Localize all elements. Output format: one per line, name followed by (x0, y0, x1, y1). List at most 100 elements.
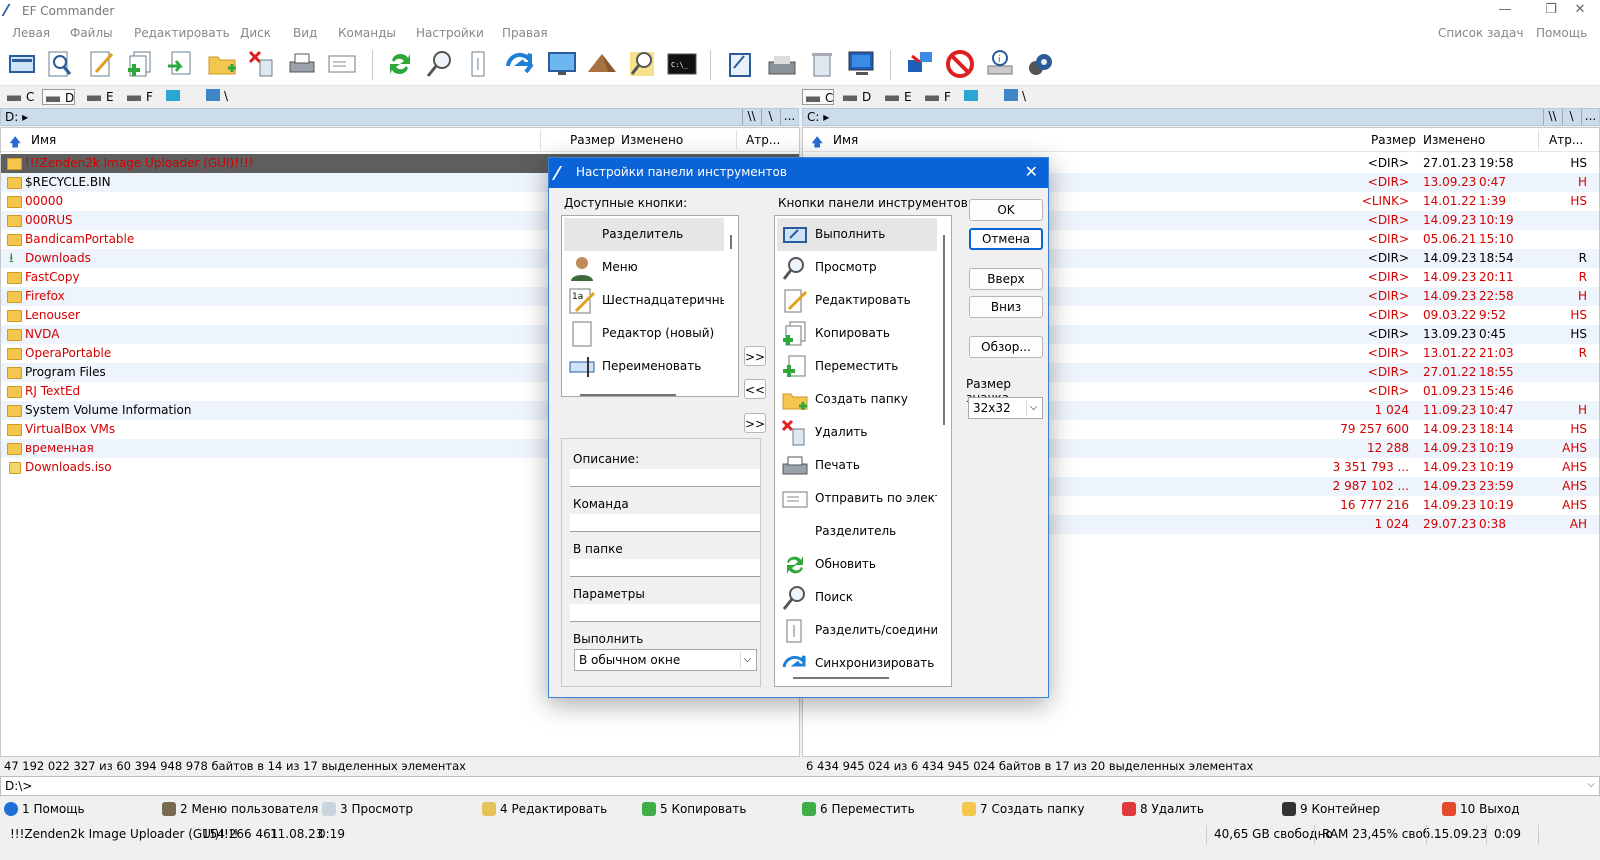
sort-up-icon[interactable]: 🡅 (811, 133, 823, 154)
move-up-button[interactable]: Вверх (969, 268, 1043, 290)
computer-icon[interactable] (846, 48, 878, 80)
close-icon[interactable]: ✕ (1562, 0, 1598, 22)
left-path[interactable]: D: ▸ (5, 110, 28, 124)
left-nav-root[interactable]: \ (761, 109, 779, 125)
left-col-modified[interactable]: Изменено (621, 133, 683, 147)
list-item[interactable]: Отправить по электрон (777, 482, 937, 515)
minimize-icon[interactable]: — (1482, 0, 1528, 22)
menu-files[interactable]: Файлы (70, 26, 113, 40)
list-item[interactable]: Редактировать (777, 284, 937, 317)
move-down-button[interactable]: Вниз (969, 296, 1043, 318)
list-item[interactable]: Обновить (777, 548, 937, 581)
fkey-new-folder[interactable]: 7 Создать папку (962, 800, 1084, 818)
left-col-attr[interactable]: Атр... (746, 133, 780, 147)
icon-size-select[interactable]: 32x32 ⌵ (968, 397, 1043, 419)
list-item[interactable]: Синхронизировать папк (777, 647, 937, 680)
close-icon[interactable]: ✕ (1025, 162, 1038, 181)
vertical-scrollbar[interactable] (730, 235, 732, 249)
col-separator[interactable] (540, 130, 541, 150)
right-col-attr[interactable]: Атр... (1549, 133, 1583, 147)
monitor-icon[interactable] (546, 48, 578, 80)
list-item[interactable]: Просмотр (777, 251, 937, 284)
delete-icon[interactable] (246, 48, 278, 80)
right-col-modified[interactable]: Изменено (1423, 133, 1485, 147)
right-drive-f[interactable]: F (922, 89, 951, 105)
list-item[interactable]: Переместить (777, 350, 937, 383)
fkey-move[interactable]: 6 Переместить (802, 800, 915, 818)
left-drive-c[interactable]: C (4, 89, 34, 105)
trash-icon[interactable] (806, 48, 838, 80)
notes-icon[interactable] (724, 48, 756, 80)
menu-view[interactable]: Вид (293, 26, 317, 40)
folder-field[interactable] (570, 559, 760, 577)
split-icon[interactable] (464, 48, 496, 80)
menu-settings[interactable]: Настройки (416, 26, 484, 40)
music-icon[interactable] (1024, 48, 1056, 80)
right-nav-root[interactable]: \ (1562, 109, 1580, 125)
new-folder-icon[interactable] (206, 48, 238, 80)
vertical-scrollbar[interactable] (943, 235, 945, 425)
params-field[interactable] (570, 604, 760, 622)
left-drive-e[interactable]: E (84, 89, 114, 105)
list-item[interactable]: Печать (777, 449, 937, 482)
list-item[interactable]: Выполнить (777, 218, 937, 251)
run-mode-select[interactable]: В обычном окне ⌵ (574, 649, 757, 671)
left-network-drive-icon[interactable] (166, 90, 180, 101)
right-drive-c[interactable]: C (802, 89, 835, 105)
menu-disk[interactable]: Диск (240, 26, 271, 40)
view-icon[interactable] (44, 48, 76, 80)
left-root-label[interactable]: \ (224, 89, 228, 103)
list-item[interactable]: Разделитель (777, 515, 937, 548)
menu-edit[interactable]: Редактировать (134, 26, 230, 40)
refresh-icon[interactable] (384, 48, 416, 80)
right-drive-d[interactable]: D (840, 89, 871, 105)
right-col-size[interactable]: Размер (1371, 133, 1416, 147)
edit-icon[interactable] (86, 48, 118, 80)
menu-left[interactable]: Левая (12, 26, 50, 40)
list-item[interactable]: Создать папку (777, 383, 937, 416)
panel-icon[interactable] (6, 48, 38, 80)
email-icon[interactable] (326, 48, 358, 80)
left-nav-up[interactable]: ... (780, 109, 798, 125)
browse-button[interactable]: Обзор... (969, 336, 1043, 358)
list-item[interactable]: Поиск (777, 581, 937, 614)
magnifier-icon[interactable] (626, 48, 658, 80)
list-item[interactable]: Меню (564, 251, 724, 284)
left-drive-f[interactable]: F (124, 89, 153, 105)
ok-button[interactable]: OK (969, 199, 1043, 221)
remove-button[interactable]: << (744, 379, 766, 399)
horizontal-scrollbar[interactable] (580, 394, 676, 396)
chevron-down-icon[interactable]: ⌵ (1587, 779, 1595, 790)
left-col-size[interactable]: Размер (570, 133, 615, 147)
add-after-button[interactable]: >> (744, 413, 766, 433)
right-network-drive-icon[interactable] (964, 90, 978, 101)
add-button[interactable]: >> (744, 346, 766, 366)
command-line[interactable]: D:\> ⌵ (0, 776, 1600, 796)
left-col-name[interactable]: Имя (31, 133, 56, 147)
fkey-help[interactable]: 1 Помощь (4, 800, 85, 818)
fkey-exit[interactable]: 10 Выход (1442, 800, 1520, 818)
search-icon[interactable] (424, 48, 456, 80)
list-item[interactable]: Копировать (777, 317, 937, 350)
fkey-edit[interactable]: 4 Редактировать (482, 800, 607, 818)
sort-up-icon[interactable]: 🡅 (9, 133, 21, 154)
fkey-view[interactable]: 3 Просмотр (322, 800, 413, 818)
available-buttons-list[interactable]: Разделитель Меню 1a Шестнадцатеричный ре… (561, 215, 739, 397)
print-icon[interactable] (286, 48, 318, 80)
right-drive-e[interactable]: E (882, 89, 912, 105)
list-item[interactable]: Удалить (777, 416, 937, 449)
description-field[interactable] (570, 469, 760, 487)
pyramid-icon[interactable] (586, 48, 618, 80)
printer-icon[interactable] (766, 48, 798, 80)
list-item[interactable]: 1a Шестнадцатеричный ре (564, 284, 724, 317)
fkey-container[interactable]: 9 Контейнер (1282, 800, 1380, 818)
right-root-icon[interactable] (1004, 89, 1018, 101)
fkey-copy[interactable]: 5 Копировать (642, 800, 746, 818)
move-icon[interactable] (164, 48, 196, 80)
list-item[interactable]: Разделитель (564, 218, 724, 251)
left-nav-root2[interactable]: \\ (742, 109, 760, 125)
right-path[interactable]: C: ▸ (807, 110, 829, 124)
menu-help[interactable]: Помощь (1536, 26, 1587, 40)
chevron-down-icon[interactable]: ⌵ (740, 652, 754, 668)
sync-icon[interactable] (504, 48, 536, 80)
